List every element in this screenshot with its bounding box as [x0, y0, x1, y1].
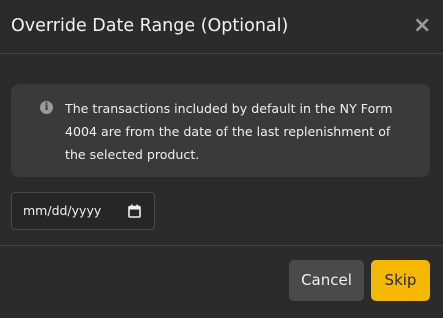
modal-title: Override Date Range (Optional): [11, 16, 289, 36]
skip-button[interactable]: Skip: [371, 260, 430, 301]
cancel-button[interactable]: Cancel: [289, 260, 364, 301]
info-icon: i: [40, 101, 53, 114]
close-icon[interactable]: ×: [413, 15, 431, 37]
date-input-placeholder: mm/dd/yyyy: [23, 203, 102, 218]
override-date-range-modal: Override Date Range (Optional) × i The t…: [0, 0, 443, 318]
footer-divider: [0, 245, 443, 246]
modal-header: Override Date Range (Optional) ×: [0, 0, 443, 54]
date-input[interactable]: mm/dd/yyyy: [11, 192, 155, 230]
calendar-icon[interactable]: [128, 204, 141, 218]
info-alert: i The transactions included by default i…: [11, 84, 430, 177]
info-message: The transactions included by default in …: [65, 101, 393, 162]
